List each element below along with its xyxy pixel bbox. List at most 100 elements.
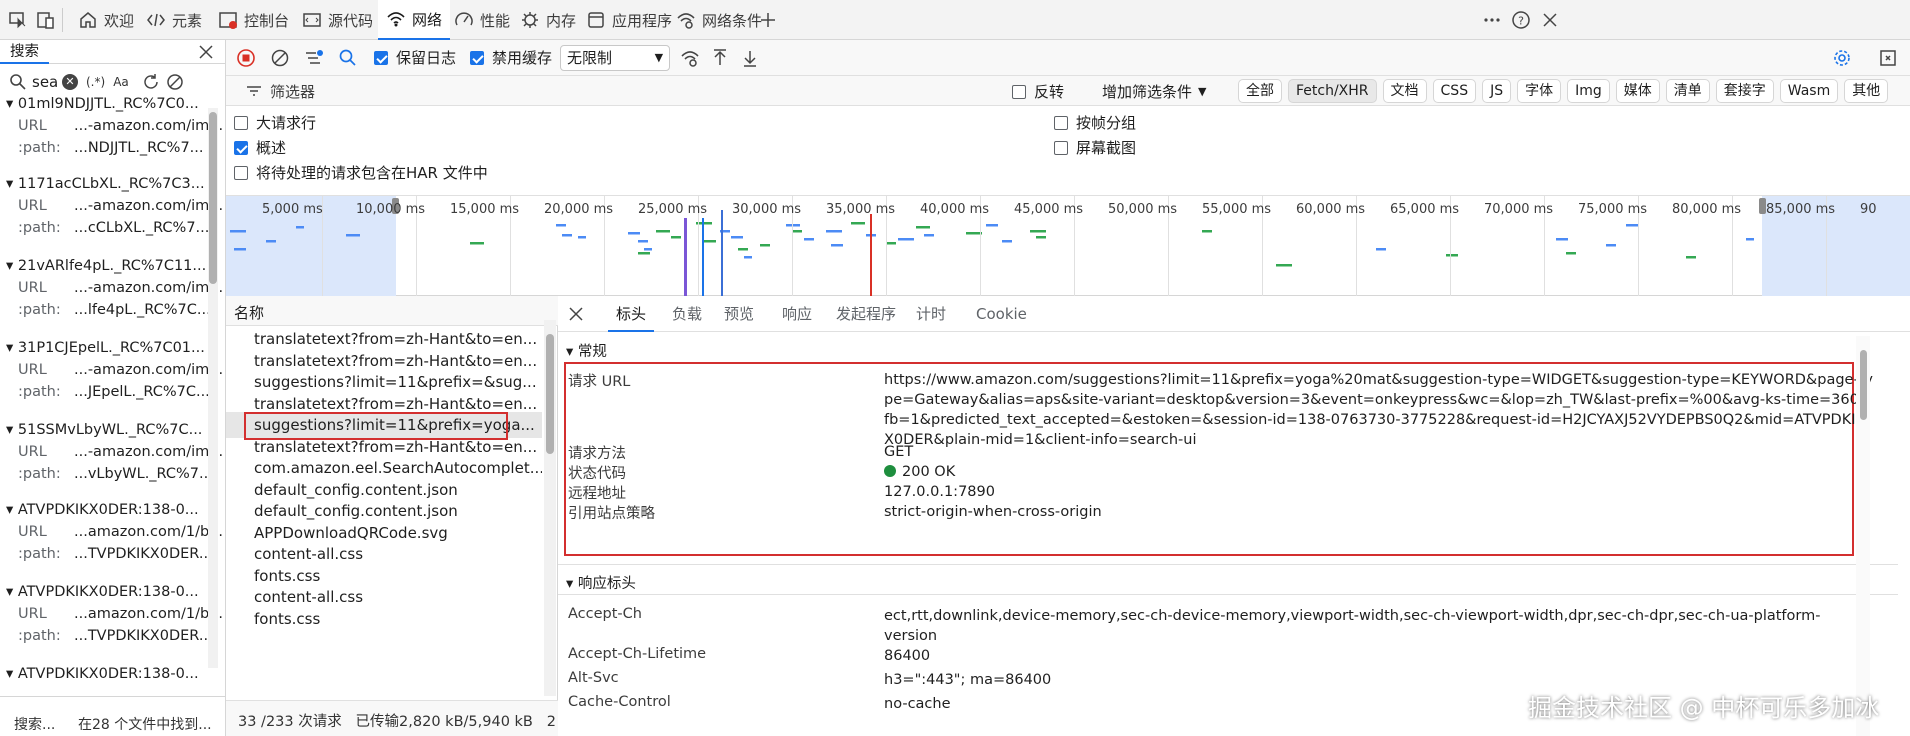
regex-toggle[interactable]: (.*) xyxy=(86,75,105,89)
overview-timeline[interactable]: 5,000 ms 10,000 ms 15,000 ms 20,000 ms 25,00… xyxy=(226,196,1910,296)
settings-gear-icon[interactable] xyxy=(1832,48,1852,68)
tab-welcome[interactable]: 欢迎 xyxy=(72,0,140,40)
tab-console[interactable]: 控制台 xyxy=(212,0,295,40)
more-filters-dropdown[interactable]: 增加筛选条件 ▼ xyxy=(1102,81,1206,102)
filter-chip[interactable]: 文档 xyxy=(1383,79,1427,103)
search-result-line[interactable]: :path: ...TVPDKIKX0DER... xyxy=(18,546,228,562)
har-pending-option[interactable]: 将待处理的请求包含在HAR 文件中 xyxy=(234,162,488,183)
help-icon[interactable]: ? xyxy=(1511,10,1531,30)
filter-chip[interactable]: Img xyxy=(1567,79,1610,103)
search-result-line[interactable]: URL ...-amazon.com/im... xyxy=(18,118,228,134)
tab-search[interactable]: 搜索 xyxy=(0,40,49,64)
filter-chip[interactable]: 字体 xyxy=(1517,79,1561,103)
tab-label: 控制台 xyxy=(244,10,289,31)
more-options-icon[interactable] xyxy=(1482,10,1502,30)
search-result-file[interactable]: ▾ 31P1CJEpelL._RC%7C01... xyxy=(6,340,216,356)
group-by-frame-checkbox[interactable] xyxy=(1054,116,1068,130)
search-result-line[interactable]: :path: ...NDJJTL._RC%7... xyxy=(18,140,228,156)
filter-chip[interactable]: CSS xyxy=(1433,79,1477,103)
invert-toggle[interactable]: 反转 xyxy=(1012,81,1064,102)
screenshots-option[interactable]: 屏幕截图 xyxy=(1054,137,1136,158)
filter-input[interactable]: 筛选器 xyxy=(244,79,594,103)
import-har-icon[interactable] xyxy=(710,48,730,68)
overview-option[interactable]: 概述 xyxy=(234,137,286,158)
filter-chip[interactable]: 全部 xyxy=(1238,79,1282,103)
search-result-file[interactable]: ▾ 01ml9NDJJTL._RC%7C0... xyxy=(6,96,216,112)
group-by-frame-option[interactable]: 按帧分组 xyxy=(1054,112,1136,133)
search-result-file[interactable]: ▾ ATVPDKIKX0DER:138-0... xyxy=(6,584,216,600)
large-rows-option[interactable]: 大请求行 xyxy=(234,112,316,133)
tab-memory[interactable]: 内存 xyxy=(514,0,582,40)
clear-search-icon[interactable]: ✕ xyxy=(62,74,78,90)
request-row[interactable]: fonts.css xyxy=(226,606,542,632)
search-result-line[interactable]: :path: ...TVPDKIKX0DER... xyxy=(18,628,228,644)
filter-chip[interactable]: JS xyxy=(1482,79,1511,103)
filter-chip[interactable]: Fetch/XHR xyxy=(1288,79,1377,103)
match-case-toggle[interactable]: Aa xyxy=(113,75,129,89)
clear-results-icon[interactable] xyxy=(165,72,185,92)
detail-tab[interactable]: Cookie xyxy=(968,296,1035,332)
refresh-icon[interactable] xyxy=(141,72,161,92)
har-pending-checkbox[interactable] xyxy=(234,166,248,180)
search-result-line[interactable]: :path: ...JEpelL._RC%7C... xyxy=(18,384,228,400)
search-result-line[interactable]: URL ...-amazon.com/im... xyxy=(18,280,228,296)
search-result-line[interactable]: URL ...-amazon.com/im... xyxy=(18,444,228,460)
search-result-line[interactable]: URL ...amazon.com/1/b... xyxy=(18,524,228,540)
filter-settings-icon[interactable] xyxy=(304,48,324,68)
scrollbar[interactable] xyxy=(208,108,218,668)
device-toolbar-icon[interactable] xyxy=(36,10,56,30)
response-headers-section-header[interactable]: ▾ 响应标头 xyxy=(566,572,636,593)
large-rows-checkbox[interactable] xyxy=(234,116,248,130)
detail-tab[interactable]: 响应 xyxy=(774,296,820,332)
detail-tab[interactable]: 负载 xyxy=(664,296,710,332)
search-result-file[interactable]: ▾ 51SSMvLbyWL._RC%7C... xyxy=(6,422,216,438)
detail-tab[interactable]: 预览 xyxy=(716,296,762,332)
tab-application[interactable]: 应用程序 xyxy=(580,0,678,40)
throttle-select[interactable]: 无限制 ▼ xyxy=(560,45,670,71)
close-devtools-icon[interactable] xyxy=(1540,10,1560,30)
detail-tab[interactable]: 计时 xyxy=(908,296,954,332)
clear-icon[interactable] xyxy=(270,48,290,68)
search-result-file[interactable]: ▾ ATVPDKIKX0DER:138-0... xyxy=(6,502,216,518)
search-result-line[interactable]: URL ...-amazon.com/im... xyxy=(18,198,228,214)
preserve-log-checkbox[interactable] xyxy=(374,51,388,65)
record-icon[interactable] xyxy=(236,48,256,68)
search-result-file[interactable]: ▾ 21vARlfe4pL._RC%7C11... xyxy=(6,258,216,274)
filter-chip[interactable]: 媒体 xyxy=(1616,79,1660,103)
search-input[interactable]: sea xyxy=(32,73,58,91)
invert-checkbox[interactable] xyxy=(1012,85,1026,99)
search-result-line[interactable]: :path: ...lfe4pL._RC%7C... xyxy=(18,302,228,318)
general-section-header[interactable]: ▾ 常规 xyxy=(566,340,607,361)
search-result-line[interactable]: :path: ...cCLbXL._RC%7... xyxy=(18,220,228,236)
filter-chip[interactable]: 其他 xyxy=(1844,79,1888,103)
search-result-file[interactable]: ▾ ATVPDKIKX0DER:138-0... xyxy=(6,666,216,682)
tab-network[interactable]: 网络 xyxy=(378,0,450,40)
tab-performance[interactable]: 性能 xyxy=(448,0,516,40)
scrollbar[interactable] xyxy=(544,320,556,696)
detail-tab[interactable]: 发起程序 xyxy=(828,296,904,332)
screenshots-checkbox[interactable] xyxy=(1054,141,1068,155)
scrollbar[interactable] xyxy=(1856,336,1870,736)
filter-chip[interactable]: 清单 xyxy=(1666,79,1710,103)
search-icon[interactable] xyxy=(338,48,358,68)
filter-chip[interactable]: Wasm xyxy=(1780,79,1838,103)
export-har-icon[interactable] xyxy=(740,48,760,68)
close-icon[interactable] xyxy=(196,42,216,62)
detail-tab[interactable]: 标头 xyxy=(608,296,654,332)
search-result-line[interactable]: :path: ...vLbyWL._RC%7... xyxy=(18,466,228,482)
tab-sources[interactable]: 源代码 xyxy=(296,0,379,40)
overview-checkbox[interactable] xyxy=(234,141,248,155)
tab-elements[interactable]: 元素 xyxy=(140,0,208,40)
tab-network-conditions[interactable]: 网络条件 xyxy=(670,0,768,40)
search-result-file[interactable]: ▾ 1171acCLbXL._RC%7C3... xyxy=(6,176,216,192)
network-conditions-icon[interactable] xyxy=(680,48,700,68)
search-result-line[interactable]: URL ...-amazon.com/im... xyxy=(18,362,228,378)
column-header-name[interactable]: 名称 xyxy=(234,302,264,323)
disable-cache-checkbox[interactable] xyxy=(470,51,484,65)
add-tab-icon[interactable] xyxy=(758,10,778,30)
inspect-icon[interactable] xyxy=(8,10,28,30)
filter-chip[interactable]: 套接字 xyxy=(1716,79,1774,103)
close-icon[interactable] xyxy=(566,304,586,324)
dock-side-icon[interactable] xyxy=(1878,48,1898,68)
search-result-line[interactable]: URL ...amazon.com/1/b... xyxy=(18,606,228,622)
